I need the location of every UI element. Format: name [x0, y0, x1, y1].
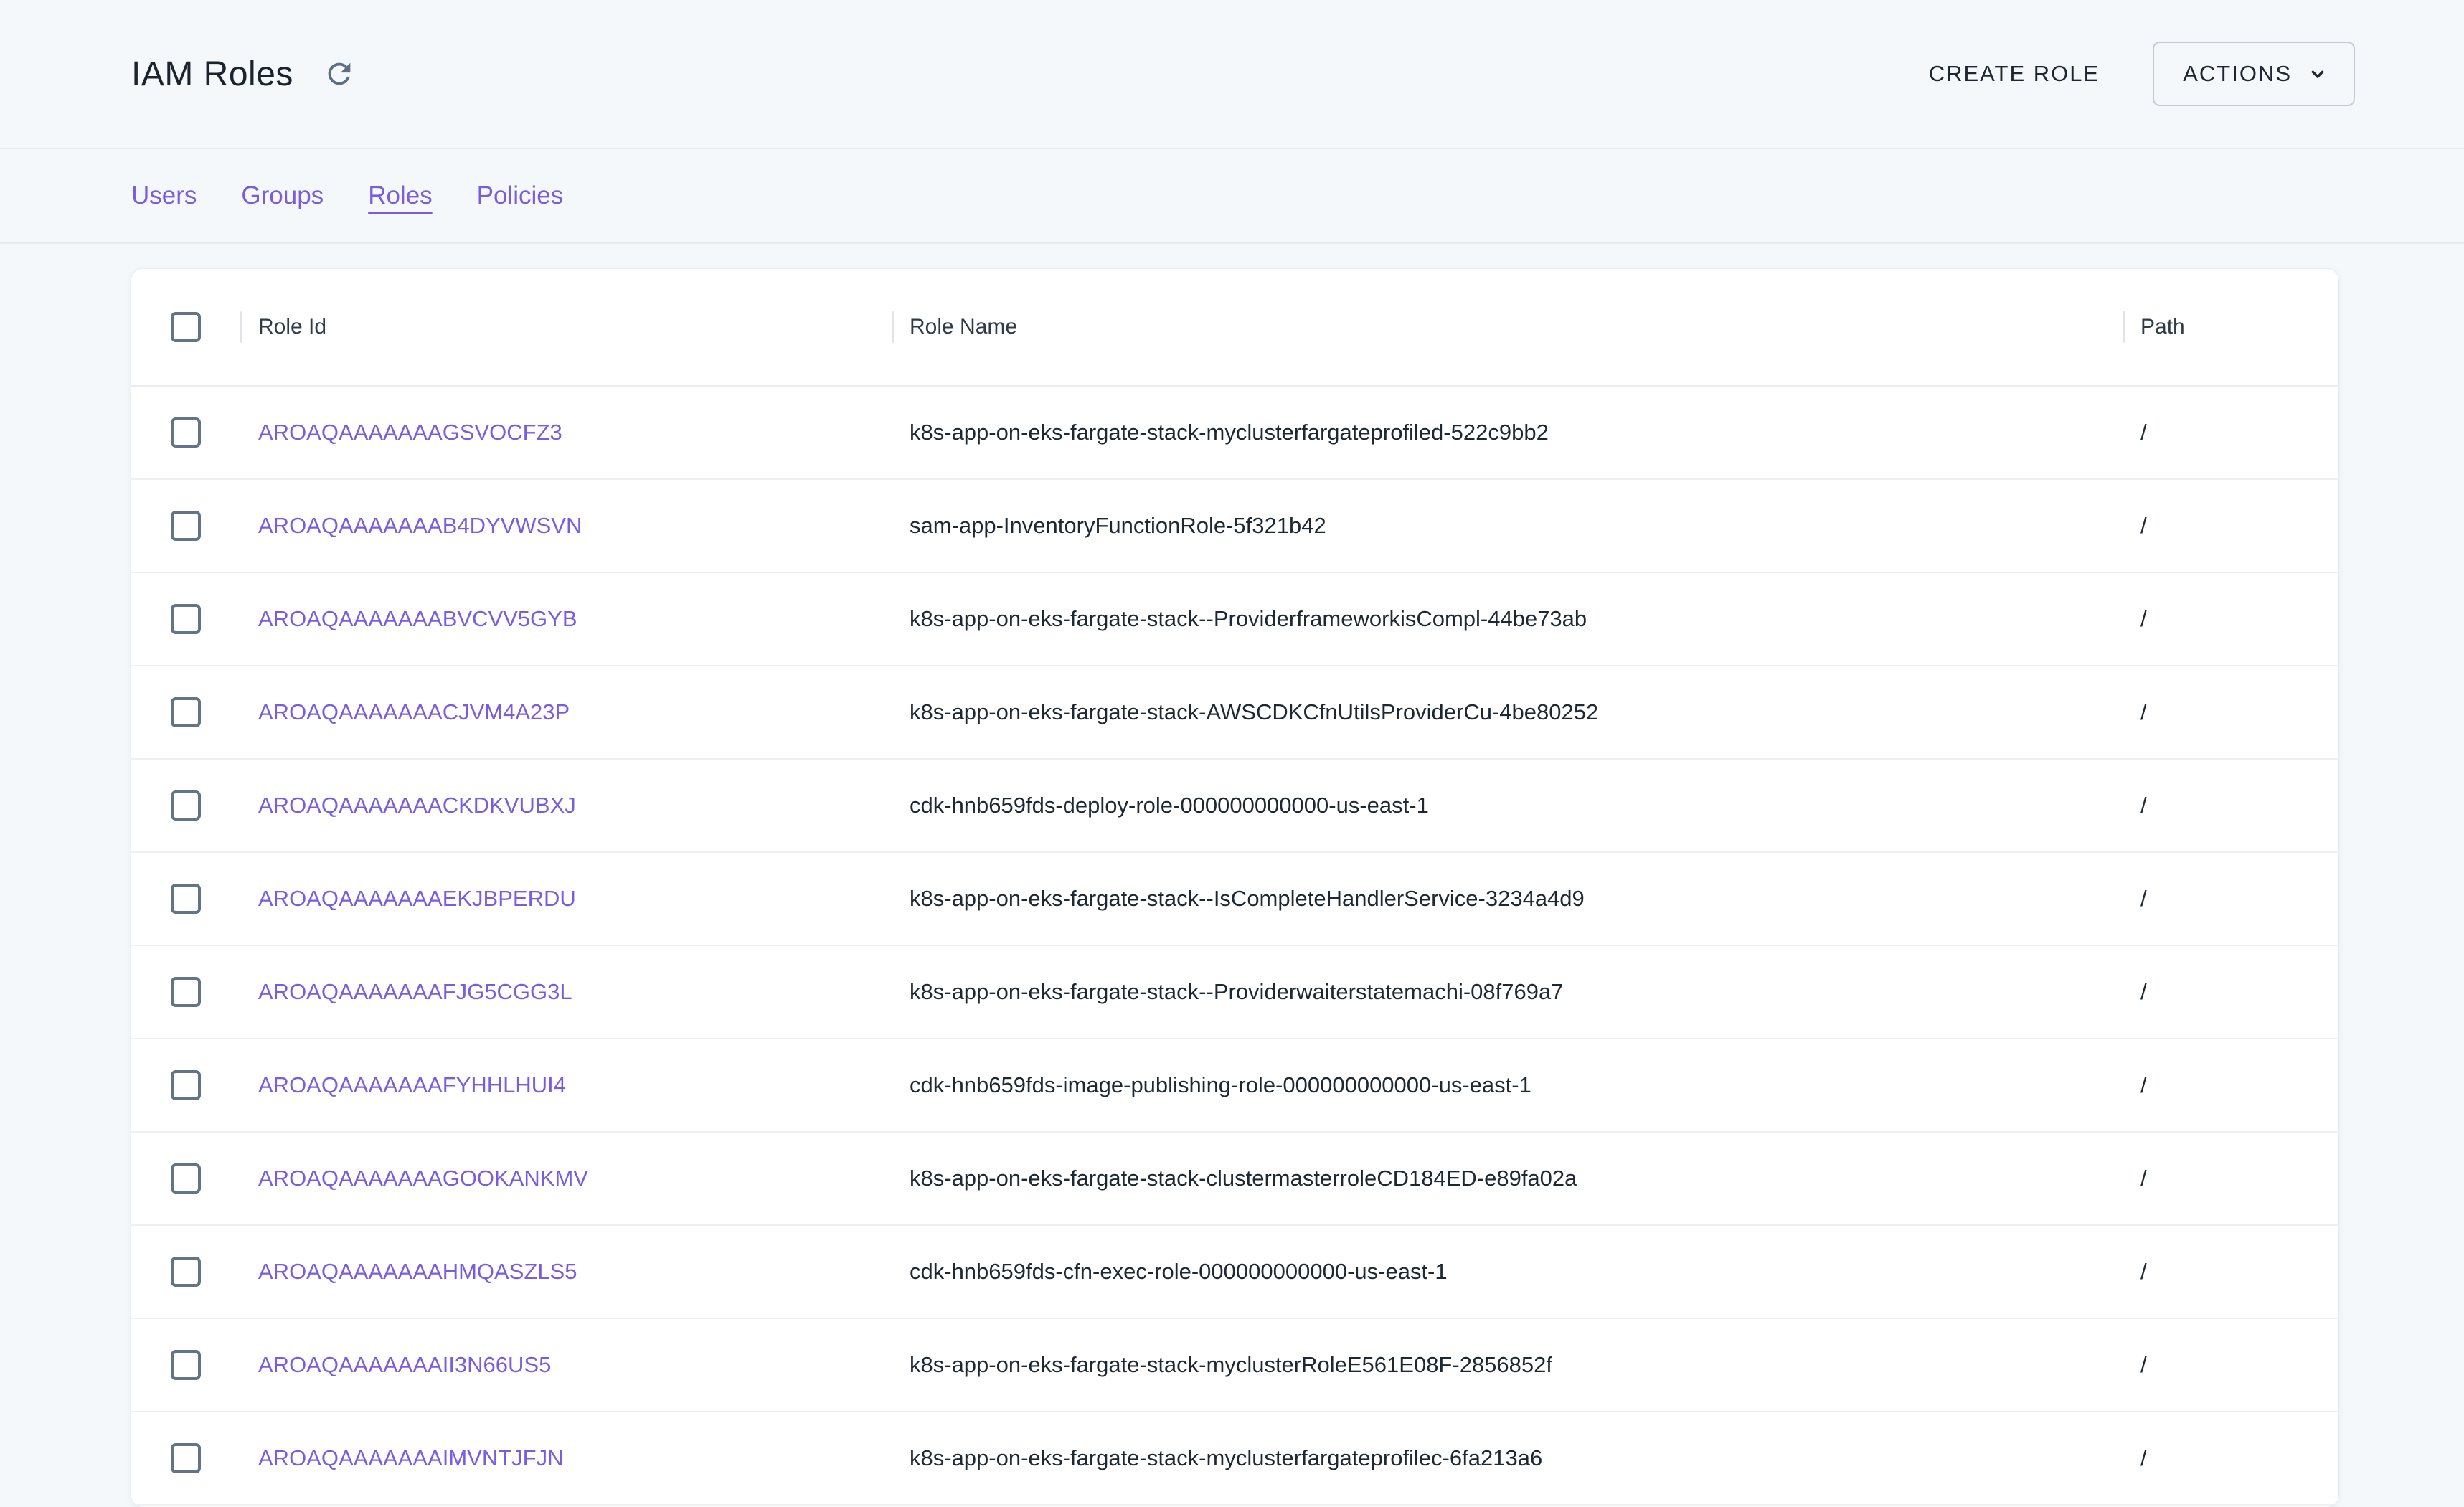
role-id-link[interactable]: AROAQAAAAAAAGOOKANKMV: [258, 1166, 588, 1191]
row-checkbox[interactable]: [171, 511, 201, 541]
row-checkbox[interactable]: [171, 1257, 201, 1287]
tab-policies[interactable]: Policies: [477, 181, 564, 210]
roles-table-card: Role Id Role Name Path AROAQAAAAAAAGSVOC…: [131, 269, 2338, 1507]
role-id-link[interactable]: AROAQAAAAAAAHMQASZLS5: [258, 1259, 577, 1285]
refresh-icon: [323, 57, 356, 90]
role-name-text: cdk-hnb659fds-deploy-role-000000000000-u…: [910, 793, 1429, 818]
table-row: AROAQAAAAAAAGOOKANKMV k8s-app-on-eks-far…: [131, 1133, 2338, 1226]
column-separator: [240, 311, 242, 343]
table-row: AROAQAAAAAAAFJG5CGG3L k8s-app-on-eks-far…: [131, 946, 2338, 1039]
role-path-text: /: [2140, 1445, 2147, 1471]
content-area: Role Id Role Name Path AROAQAAAAAAAGSVOC…: [0, 244, 2464, 1507]
role-path-text: /: [2140, 606, 2147, 632]
row-checkbox[interactable]: [171, 1163, 201, 1194]
role-id-header-cell: Role Id: [240, 311, 892, 343]
role-name-text: sam-app-InventoryFunctionRole-5f321b42: [910, 513, 1326, 539]
table-body: AROAQAAAAAAAGSVOCFZ3 k8s-app-on-eks-farg…: [131, 387, 2338, 1506]
chevron-down-icon: [2306, 62, 2329, 85]
role-id-link[interactable]: AROAQAAAAAAAFYHHLHUI4: [258, 1072, 566, 1098]
table-row: AROAQAAAAAAAHMQASZLS5 cdk-hnb659fds-cfn-…: [131, 1226, 2338, 1319]
role-name-text: k8s-app-on-eks-fargate-stack-clustermast…: [910, 1166, 1577, 1191]
table-row: AROAQAAAAAAACKDKVUBXJ cdk-hnb659fds-depl…: [131, 760, 2338, 853]
role-path-text: /: [2140, 1352, 2147, 1378]
role-id-link[interactable]: AROAQAAAAAAABVCVV5GYB: [258, 606, 577, 632]
row-checkbox[interactable]: [171, 604, 201, 634]
role-id-link[interactable]: AROAQAAAAAAAFJG5CGG3L: [258, 979, 572, 1005]
row-checkbox[interactable]: [171, 1350, 201, 1380]
role-id-link[interactable]: AROAQAAAAAAAII3N66US5: [258, 1352, 551, 1378]
role-name-text: k8s-app-on-eks-fargate-stack-myclusterfa…: [910, 1445, 1542, 1471]
role-id-link[interactable]: AROAQAAAAAAAIMVNTJFJN: [258, 1445, 563, 1471]
role-name-text: k8s-app-on-eks-fargate-stack-myclusterRo…: [910, 1352, 1552, 1378]
path-column-header: Path: [2140, 315, 2185, 339]
role-path-text: /: [2140, 513, 2147, 539]
role-path-text: /: [2140, 1259, 2147, 1285]
path-header-cell: Path: [2123, 311, 2338, 343]
role-name-text: k8s-app-on-eks-fargate-stack--Providerwa…: [910, 979, 1563, 1005]
role-path-text: /: [2140, 1166, 2147, 1191]
role-id-link[interactable]: AROAQAAAAAAAGSVOCFZ3: [258, 420, 562, 445]
role-path-text: /: [2140, 1072, 2147, 1098]
table-row: AROAQAAAAAAAII3N66US5 k8s-app-on-eks-far…: [131, 1319, 2338, 1412]
select-all-checkbox[interactable]: [171, 312, 201, 342]
role-id-link[interactable]: AROAQAAAAAAACKDKVUBXJ: [258, 793, 576, 818]
role-path-text: /: [2140, 886, 2147, 912]
role-name-text: cdk-hnb659fds-image-publishing-role-0000…: [910, 1072, 1531, 1098]
role-path-text: /: [2140, 979, 2147, 1005]
table-row: AROAQAAAAAAABVCVV5GYB k8s-app-on-eks-far…: [131, 573, 2338, 666]
row-checkbox[interactable]: [171, 1070, 201, 1100]
role-id-link[interactable]: AROAQAAAAAAAEKJBPERDU: [258, 886, 576, 912]
role-path-text: /: [2140, 793, 2147, 818]
row-checkbox[interactable]: [171, 790, 201, 821]
row-checkbox[interactable]: [171, 417, 201, 448]
tab-roles[interactable]: Roles: [368, 181, 432, 210]
row-checkbox[interactable]: [171, 977, 201, 1007]
role-name-text: k8s-app-on-eks-fargate-stack--IsComplete…: [910, 886, 1585, 912]
table-row: AROAQAAAAAAAGSVOCFZ3 k8s-app-on-eks-farg…: [131, 387, 2338, 480]
header-actions: CREATE ROLE ACTIONS: [1922, 42, 2355, 106]
table-row: AROAQAAAAAAACJVM4A23P k8s-app-on-eks-far…: [131, 666, 2338, 760]
actions-button-label: ACTIONS: [2183, 61, 2292, 87]
role-name-text: k8s-app-on-eks-fargate-stack-AWSCDKCfnUt…: [910, 699, 1598, 725]
tab-users[interactable]: Users: [131, 181, 197, 210]
page-title: IAM Roles: [131, 55, 293, 94]
row-checkbox[interactable]: [171, 697, 201, 727]
role-name-text: k8s-app-on-eks-fargate-stack--Providerfr…: [910, 606, 1587, 632]
role-name-text: k8s-app-on-eks-fargate-stack-myclusterfa…: [910, 420, 1549, 445]
role-id-link[interactable]: AROAQAAAAAAAB4DYVWSVN: [258, 513, 582, 539]
table-row: AROAQAAAAAAAFYHHLHUI4 cdk-hnb659fds-imag…: [131, 1039, 2338, 1133]
row-checkbox[interactable]: [171, 884, 201, 914]
row-checkbox[interactable]: [171, 1443, 201, 1473]
role-name-column-header: Role Name: [910, 315, 1017, 339]
role-id-link[interactable]: AROAQAAAAAAACJVM4A23P: [258, 699, 570, 725]
table-row: AROAQAAAAAAAB4DYVWSVN sam-app-InventoryF…: [131, 480, 2338, 573]
role-name-header-cell: Role Name: [892, 311, 2123, 343]
table-header-row: Role Id Role Name Path: [131, 269, 2338, 387]
column-separator: [2123, 311, 2125, 343]
iam-tabs: Users Groups Roles Policies: [0, 149, 2464, 244]
table-row: AROAQAAAAAAAIMVNTJFJN k8s-app-on-eks-far…: [131, 1412, 2338, 1506]
create-role-button[interactable]: CREATE ROLE: [1922, 61, 2107, 87]
refresh-button[interactable]: [319, 54, 359, 94]
role-path-text: /: [2140, 420, 2147, 445]
page-header: IAM Roles CREATE ROLE ACTIONS: [0, 0, 2464, 149]
select-all-cell: [131, 312, 240, 342]
tab-groups[interactable]: Groups: [241, 181, 324, 210]
table-row: AROAQAAAAAAAEKJBPERDU k8s-app-on-eks-far…: [131, 853, 2338, 946]
role-name-text: cdk-hnb659fds-cfn-exec-role-000000000000…: [910, 1259, 1448, 1285]
role-id-column-header: Role Id: [258, 315, 326, 339]
role-path-text: /: [2140, 699, 2147, 725]
column-separator: [892, 311, 894, 343]
actions-button[interactable]: ACTIONS: [2153, 42, 2355, 106]
